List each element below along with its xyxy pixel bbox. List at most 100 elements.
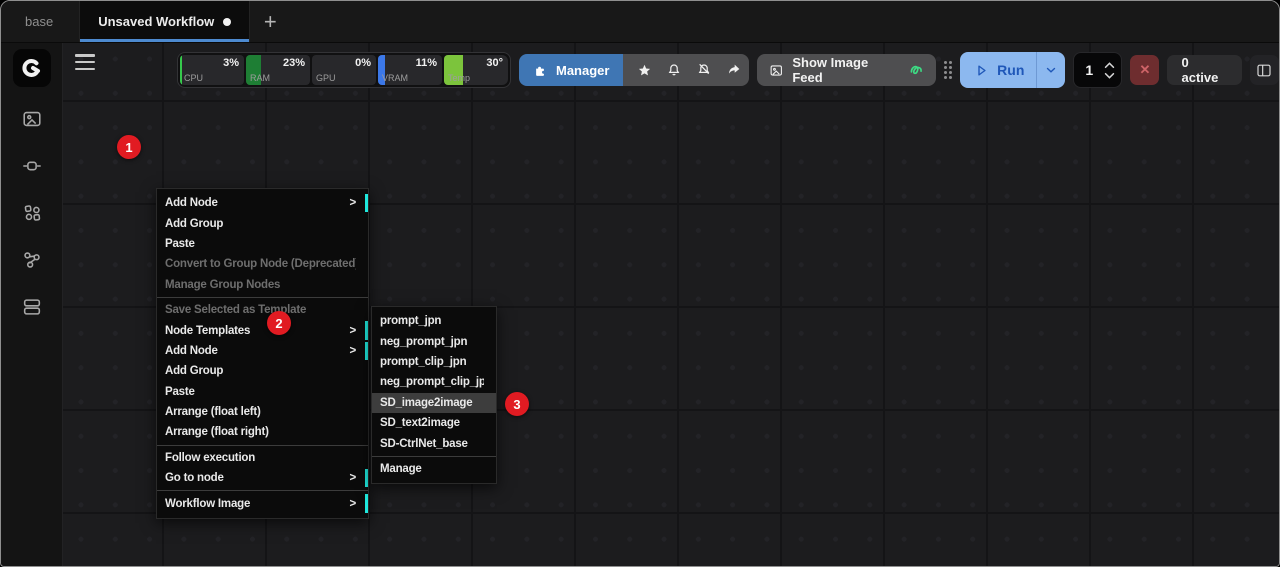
- stat-label: RAM: [250, 73, 270, 83]
- notification-bell-button[interactable]: [659, 54, 689, 86]
- menu-separator: [157, 445, 368, 446]
- workflow-graph-icon: [21, 249, 43, 271]
- submenu-item[interactable]: Manage: [372, 459, 496, 479]
- context-menu-item[interactable]: Arrange (float right): [157, 422, 368, 442]
- menu-item-label: Workflow Image: [165, 498, 349, 510]
- context-menu-item[interactable]: Node Templates >: [157, 320, 368, 340]
- menu-item-label: Add Node: [165, 197, 349, 209]
- submenu-arrow-icon: >: [349, 197, 356, 209]
- submenu-item[interactable]: neg_prompt_clip_jpn: [372, 372, 496, 392]
- submenu-item[interactable]: SD_image2image: [372, 393, 496, 413]
- submenu-item[interactable]: SD-CtrlNet_base: [372, 433, 496, 453]
- context-menu-item[interactable]: Go to node >: [157, 468, 368, 488]
- menu-item-label: Follow execution: [165, 452, 356, 464]
- workflow-tab-bar: base Unsaved Workflow +: [1, 1, 1279, 43]
- comfyui-logo-icon: [20, 56, 44, 80]
- menu-item-label: Arrange (float left): [165, 406, 356, 418]
- notification-bell-slash-button[interactable]: [689, 54, 719, 86]
- submenu-item[interactable]: prompt_clip_jpn: [372, 352, 496, 372]
- context-menu-item[interactable]: Paste: [157, 234, 368, 254]
- toggle-right-panel-button[interactable]: [1250, 55, 1279, 85]
- sidebar-item-workflows[interactable]: [12, 240, 52, 280]
- stat-box: 11% VRAM: [378, 55, 442, 85]
- menu-item-label: Go to node: [165, 472, 349, 484]
- batch-count-stepper[interactable]: 1: [1073, 52, 1122, 88]
- submenu-teal-bar: [365, 469, 368, 487]
- menu-item-label: Paste: [165, 238, 356, 250]
- canvas-menu-button[interactable]: [75, 54, 95, 70]
- batch-count-value: 1: [1074, 62, 1104, 78]
- layout-list-icon: [21, 296, 43, 318]
- context-menu-item[interactable]: Workflow Image >: [157, 493, 368, 513]
- active-jobs-badge: 0 active: [1167, 55, 1241, 85]
- submenu-item-label: prompt_clip_jpn: [380, 356, 484, 368]
- submenu-item-label: neg_prompt_clip_jpn: [380, 376, 484, 388]
- context-menu-item[interactable]: Add Group: [157, 213, 368, 233]
- stat-value: 23%: [283, 57, 305, 69]
- stat-label: GPU: [316, 73, 336, 83]
- menu-item-label: Arrange (float right): [165, 426, 356, 438]
- manager-label: Manager: [556, 63, 609, 78]
- stat-box: 30° Temp: [444, 55, 508, 85]
- comfyui-logo[interactable]: [13, 49, 51, 87]
- play-icon: [974, 63, 989, 78]
- graph-canvas[interactable]: 3% CPU 23% RAM 0% GPU: [63, 43, 1279, 566]
- stat-box: 3% CPU: [180, 55, 244, 85]
- sidebar-item-node-library[interactable]: [12, 146, 52, 186]
- run-button[interactable]: Run: [960, 52, 1036, 88]
- workspace-tab-label: base: [25, 14, 53, 29]
- sidebar-item-templates[interactable]: [12, 287, 52, 327]
- context-menu-item[interactable]: Paste: [157, 382, 368, 402]
- context-menu-item[interactable]: Follow execution: [157, 448, 368, 468]
- workspace-tab-base[interactable]: base: [1, 1, 79, 42]
- sidebar-item-model-library[interactable]: [12, 193, 52, 233]
- top-toolbar: 3% CPU 23% RAM 0% GPU: [177, 52, 1279, 88]
- puzzle-icon: [533, 63, 548, 78]
- star-icon: [637, 63, 652, 78]
- menu-item-label: Manage Group Nodes: [165, 279, 356, 291]
- unsaved-dot-icon: [223, 18, 231, 26]
- close-icon: ✕: [1139, 62, 1150, 78]
- submenu-item[interactable]: SD_text2image: [372, 413, 496, 433]
- context-menu-item[interactable]: Add Node >: [157, 341, 368, 361]
- context-menu-item[interactable]: Add Group: [157, 361, 368, 381]
- manager-button-group: Manager: [519, 54, 749, 86]
- context-menu-item[interactable]: Add Node >: [157, 193, 368, 213]
- run-options-button[interactable]: [1036, 52, 1065, 88]
- stat-value: 11%: [416, 57, 437, 69]
- model-library-icon: [21, 202, 43, 224]
- menu-item-label: Paste: [165, 386, 356, 398]
- submenu-arrow-icon: >: [349, 498, 356, 510]
- submenu-teal-bar: [365, 321, 368, 339]
- star-button[interactable]: [629, 54, 659, 86]
- menu-item-label: Save Selected as Template: [165, 304, 356, 316]
- submenu-item[interactable]: prompt_jpn: [372, 311, 496, 331]
- cancel-run-button[interactable]: ✕: [1130, 55, 1159, 85]
- stat-value: 3%: [223, 57, 239, 69]
- stat-label: Temp: [448, 73, 470, 83]
- show-image-feed-button[interactable]: Show Image Feed: [757, 54, 936, 86]
- stepper-arrows: [1104, 62, 1115, 79]
- feed-loop-icon: [908, 62, 924, 79]
- new-tab-button[interactable]: +: [250, 1, 290, 42]
- stat-label: CPU: [184, 73, 203, 83]
- stat-usage-bar: [180, 55, 182, 85]
- stat-value: 0%: [355, 57, 371, 69]
- manager-button[interactable]: Manager: [519, 54, 623, 86]
- node-connector-icon: [21, 155, 43, 177]
- chevron-up-icon[interactable]: [1104, 62, 1115, 69]
- share-button[interactable]: [719, 54, 748, 86]
- panel-layout-icon: [1256, 63, 1272, 78]
- plus-icon: +: [264, 9, 277, 35]
- submenu-arrow-icon: >: [349, 472, 356, 484]
- tab-unsaved-workflow[interactable]: Unsaved Workflow: [79, 1, 250, 42]
- annotation-badge-1: 1: [117, 135, 141, 159]
- context-menu-item[interactable]: Arrange (float left): [157, 402, 368, 422]
- toolbar-drag-handle[interactable]: [944, 61, 952, 79]
- submenu-teal-bar: [365, 342, 368, 360]
- chevron-down-small-icon[interactable]: [1104, 72, 1115, 79]
- submenu-arrow-icon: >: [349, 325, 356, 337]
- sidebar-item-queue[interactable]: [12, 99, 52, 139]
- submenu-item[interactable]: neg_prompt_jpn: [372, 331, 496, 351]
- annotation-badge-2: 2: [267, 311, 291, 335]
